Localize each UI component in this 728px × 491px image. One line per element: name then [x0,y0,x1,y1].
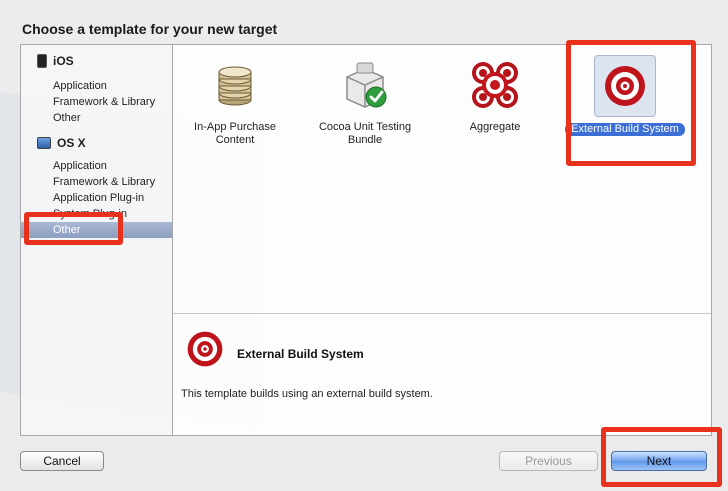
detail-title: External Build System [237,347,364,361]
sidebar-item-osx-other[interactable]: Other [21,222,172,238]
template-label: External Build System [565,123,685,136]
sidebar-item-ios-framework-library[interactable]: Framework & Library [21,94,172,110]
template-external-build-system[interactable]: External Build System [565,55,685,155]
sheet-title: Choose a template for your new target [22,21,278,37]
sidebar-item-osx-application[interactable]: Application [21,158,172,174]
template-category-sidebar: iOS Application Framework & Library Othe… [20,44,172,436]
cancel-button[interactable]: Cancel [20,451,104,471]
sidebar-item-osx-application-plugin[interactable]: Application Plug-in [21,190,172,206]
section-osx: OS X [37,136,86,150]
sidebar-item-ios-other[interactable]: Other [21,110,172,126]
template-in-app-purchase-content[interactable]: In-App Purchase Content [175,55,295,155]
bundle-check-icon [346,62,387,108]
template-cocoa-unit-testing-bundle[interactable]: Cocoa Unit Testing Bundle [305,55,425,155]
template-label: Aggregate [469,121,521,133]
template-pane: In-App Purchase Content Cocoa Unit Testi… [172,44,712,436]
coin-stack-icon [218,66,252,106]
template-label: In-App Purchase Content [194,121,276,146]
section-ios: iOS [37,54,74,68]
previous-button[interactable]: Previous [499,451,598,471]
mac-icon [37,137,51,149]
detail-target-icon [185,329,225,374]
target-icon [605,66,645,106]
iphone-icon [37,54,47,68]
new-target-sheet: Choose a template for your new target iO… [0,0,728,491]
sidebar-item-osx-system-plugin[interactable]: System Plug-in [21,206,172,222]
section-osx-label: OS X [57,136,86,150]
sidebar-item-osx-framework-library[interactable]: Framework & Library [21,174,172,190]
pane-divider [173,313,711,314]
template-label: Cocoa Unit Testing Bundle [318,121,412,146]
aggregate-target-icon [472,62,518,108]
template-grid: In-App Purchase Content Cocoa Unit Testi… [173,45,711,313]
template-aggregate[interactable]: Aggregate [435,55,555,155]
section-ios-label: iOS [53,54,74,68]
next-button[interactable]: Next [611,451,707,471]
detail-description: This template builds using an external b… [181,388,433,400]
sidebar-item-ios-application[interactable]: Application [21,78,172,94]
